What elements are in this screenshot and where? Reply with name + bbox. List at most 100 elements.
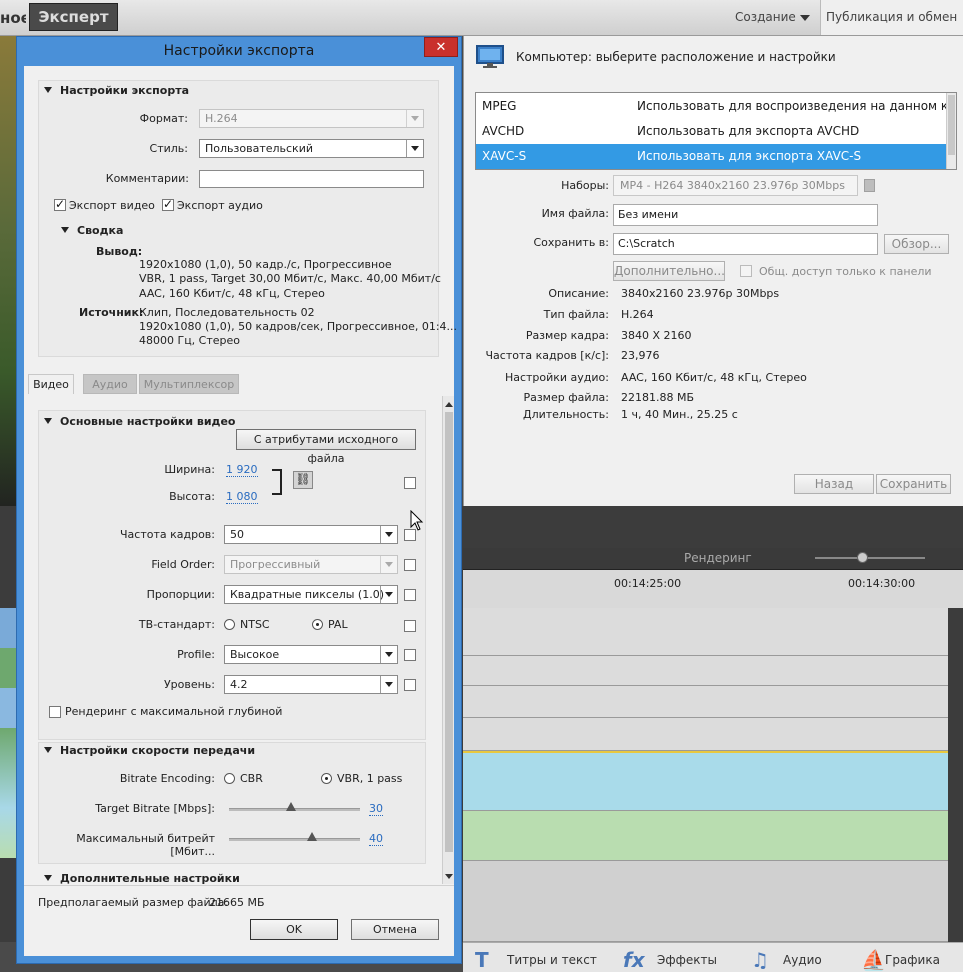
- scroll-up-icon[interactable]: [444, 398, 453, 410]
- advanced-button[interactable]: Дополнительно...: [613, 261, 725, 281]
- saveto-input[interactable]: C:\Scratch: [613, 233, 878, 255]
- timeline-clip-audio[interactable]: [463, 811, 948, 861]
- ok-button[interactable]: OK: [250, 919, 338, 940]
- save-button[interactable]: Сохранить: [876, 474, 951, 494]
- preset-description: Использовать для экспорта AVCHD: [637, 124, 860, 138]
- info-label: Размер кадра:: [525, 329, 609, 342]
- collapse-triangle-icon: [61, 227, 69, 233]
- render-button[interactable]: Рендеринг: [684, 551, 752, 565]
- timeline-track[interactable]: [463, 686, 948, 718]
- tv-pal-radio[interactable]: [312, 619, 323, 630]
- aspect-checkbox[interactable]: [404, 589, 416, 601]
- settings-scrollbar[interactable]: [442, 396, 454, 884]
- timeline-track-headers: [0, 608, 16, 858]
- filename-input[interactable]: Без имени: [613, 204, 878, 226]
- info-label: Размер файла:: [523, 391, 609, 404]
- tv-standard-checkbox[interactable]: [404, 620, 416, 632]
- titles-button[interactable]: Титры и текст: [507, 953, 597, 967]
- match-source-button[interactable]: С атрибутами исходного файла: [236, 429, 416, 465]
- vbr-radio[interactable]: [321, 773, 332, 784]
- saveto-label: Сохранить в:: [533, 236, 609, 249]
- section-title: Дополнительные настройки: [60, 872, 240, 885]
- timeline-clip-audio[interactable]: [463, 751, 948, 811]
- preset-row-avchd[interactable]: AVCHD Использовать для экспорта AVCHD: [476, 119, 946, 144]
- level-checkbox[interactable]: [404, 679, 416, 691]
- preset-row-mpeg[interactable]: MPEG Использовать для воспроизведения на…: [476, 94, 947, 119]
- scrollbar-thumb[interactable]: [445, 412, 453, 852]
- titles-icon: T: [475, 948, 489, 972]
- presets-select[interactable]: MP4 - H264 3840x2160 23.976p 30Mbps: [613, 175, 858, 196]
- trash-icon[interactable]: [864, 179, 875, 192]
- audio-button[interactable]: Аудио: [783, 953, 822, 967]
- max-bitrate-value[interactable]: 40: [369, 832, 383, 846]
- tv-ntsc-radio[interactable]: [224, 619, 235, 630]
- basic-video-section-header[interactable]: Основные настройки видео: [44, 415, 235, 428]
- timeline-track[interactable]: [463, 656, 948, 686]
- timeline-track[interactable]: [463, 608, 948, 656]
- field-order-checkbox[interactable]: [404, 559, 416, 571]
- export-video-checkbox[interactable]: [54, 197, 66, 211]
- bitrate-section-header[interactable]: Настройки скорости передачи: [44, 744, 255, 757]
- target-bitrate-value[interactable]: 30: [369, 802, 383, 816]
- scrollbar-thumb[interactable]: [948, 95, 955, 155]
- share-only-checkbox[interactable]: [740, 265, 752, 277]
- summary-section-header[interactable]: Сводка: [61, 224, 123, 237]
- height-value[interactable]: 1 080: [226, 490, 258, 504]
- info-value: H.264: [621, 308, 654, 321]
- format-select[interactable]: H.264: [199, 109, 424, 128]
- cbr-radio[interactable]: [224, 773, 235, 784]
- advanced-section-header[interactable]: Дополнительные настройки: [44, 872, 240, 885]
- info-label: Тип файла:: [543, 308, 609, 321]
- graphics-button[interactable]: Графика: [885, 953, 940, 967]
- export-audio-checkbox[interactable]: [162, 197, 174, 211]
- tab-multiplexer[interactable]: Мультиплексор: [139, 374, 239, 394]
- close-icon[interactable]: ✕: [424, 37, 458, 57]
- profile-value: Высокое: [230, 648, 280, 661]
- profile-checkbox[interactable]: [404, 649, 416, 661]
- height-label: Высота:: [169, 490, 215, 503]
- back-button[interactable]: Назад: [794, 474, 874, 494]
- zoom-slider-thumb[interactable]: [857, 552, 868, 563]
- zoom-slider[interactable]: [815, 557, 925, 559]
- dialog-title: Настройки экспорта: [163, 43, 315, 59]
- effects-button[interactable]: Эффекты: [657, 953, 717, 967]
- framerate-select[interactable]: 50: [224, 525, 398, 544]
- browse-button[interactable]: Обзор...: [884, 234, 949, 254]
- width-value[interactable]: 1 920: [226, 463, 258, 477]
- create-menu[interactable]: Создание: [735, 0, 810, 34]
- aspect-select[interactable]: Квадратные пикселы (1.0): [224, 585, 398, 604]
- tab-audio[interactable]: Аудио: [83, 374, 137, 394]
- scroll-down-icon[interactable]: [444, 870, 453, 882]
- width-label: Ширина:: [164, 463, 215, 476]
- comment-input[interactable]: [199, 170, 424, 188]
- framerate-value: 50: [230, 528, 244, 541]
- export-settings-section-header[interactable]: Настройки экспорта: [44, 84, 189, 97]
- width-height-checkbox[interactable]: [404, 477, 416, 489]
- profile-select[interactable]: Высокое: [224, 645, 398, 664]
- max-depth-checkbox[interactable]: [49, 706, 61, 718]
- bitrate-encoding-label: Bitrate Encoding:: [119, 772, 215, 785]
- tv-standard-label: ТВ-стандарт:: [138, 618, 215, 631]
- publish-share-menu[interactable]: Публикация и обмен: [820, 0, 963, 55]
- level-select[interactable]: 4.2: [224, 675, 398, 694]
- tab-video[interactable]: Видео: [28, 374, 74, 394]
- mode-tab-expert[interactable]: Эксперт: [29, 3, 118, 31]
- slider-thumb[interactable]: [307, 832, 317, 841]
- timeline-track[interactable]: [463, 861, 948, 942]
- max-bitrate-label: Максимальный битрейт [Мбит...: [76, 832, 215, 858]
- timeline-track[interactable]: [463, 718, 948, 751]
- preset-list-scrollbar[interactable]: [946, 93, 956, 169]
- max-bitrate-slider[interactable]: [229, 838, 360, 841]
- cancel-button[interactable]: Отмена: [351, 919, 439, 940]
- dropdown-arrow-icon: [380, 586, 397, 603]
- mode-tab-quick[interactable]: ное: [0, 0, 26, 36]
- info-value: 3840x2160 23.976p 30Mbps: [621, 287, 780, 300]
- link-chain-icon[interactable]: ⛓: [293, 471, 313, 489]
- style-select[interactable]: Пользовательский: [199, 139, 424, 158]
- field-order-select[interactable]: Прогрессивный: [224, 555, 398, 574]
- preset-row-xavc-s[interactable]: XAVC-S Использовать для экспорта XAVC-S: [476, 144, 946, 169]
- preset-list[interactable]: MPEG Использовать для воспроизведения на…: [475, 92, 957, 170]
- source-line: 1920x1080 (1,0), 50 кадров/сек, Прогресс…: [139, 320, 458, 333]
- field-order-value: Прогрессивный: [230, 558, 321, 571]
- slider-thumb[interactable]: [286, 802, 296, 811]
